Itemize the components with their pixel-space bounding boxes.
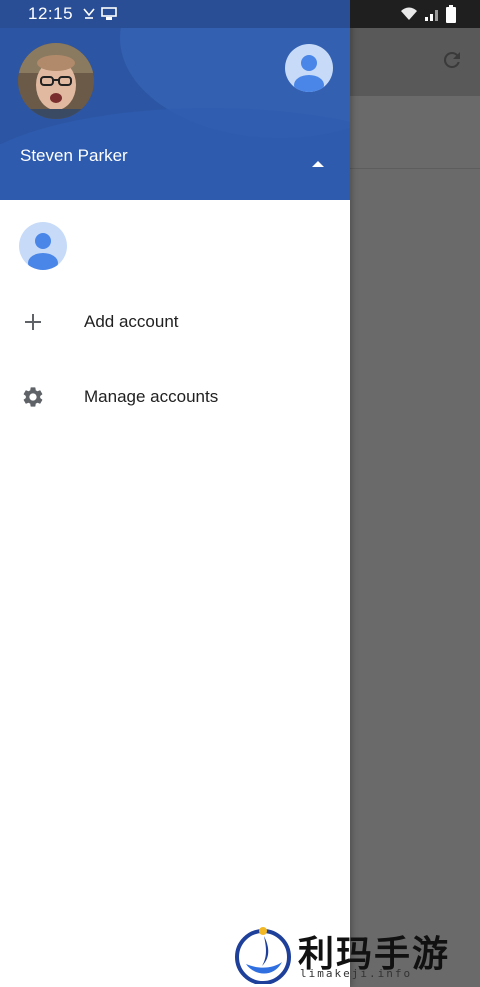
refresh-icon[interactable] — [440, 48, 464, 72]
status-bar: 12:15 — [0, 0, 480, 28]
navigation-drawer: Steven Parker Add account Manage account… — [0, 0, 350, 987]
background-divider — [350, 168, 480, 169]
wifi-icon — [401, 7, 417, 20]
drawer-header: Steven Parker — [0, 28, 350, 200]
profile-photo — [18, 43, 94, 119]
add-account-item[interactable]: Add account — [0, 294, 350, 350]
status-bar-left: 12:15 — [28, 4, 123, 24]
manage-accounts-item[interactable]: Manage accounts — [0, 369, 350, 425]
plus-icon — [20, 309, 46, 335]
avatar[interactable] — [18, 43, 94, 119]
status-time: 12:15 — [28, 4, 74, 23]
add-account-label: Add account — [84, 312, 179, 331]
watermark-url: limakeji.info — [300, 967, 413, 980]
battery-icon — [446, 5, 456, 23]
watermark-logo — [235, 927, 291, 984]
secondary-account-avatar[interactable] — [285, 44, 333, 92]
account-switcher-caret-icon[interactable] — [312, 161, 324, 167]
manage-accounts-label: Manage accounts — [84, 387, 219, 406]
person-icon — [28, 233, 58, 270]
watermark: 利玛手游 limakeji.info — [232, 920, 480, 987]
person-icon — [294, 55, 324, 92]
signal-icon — [425, 10, 438, 21]
user-name: Steven Parker — [20, 146, 128, 165]
status-bar-right — [400, 5, 456, 23]
gear-icon — [20, 384, 46, 410]
missed-call-icon — [83, 7, 95, 21]
cast-icon — [101, 7, 117, 21]
account-avatar[interactable] — [19, 222, 67, 270]
